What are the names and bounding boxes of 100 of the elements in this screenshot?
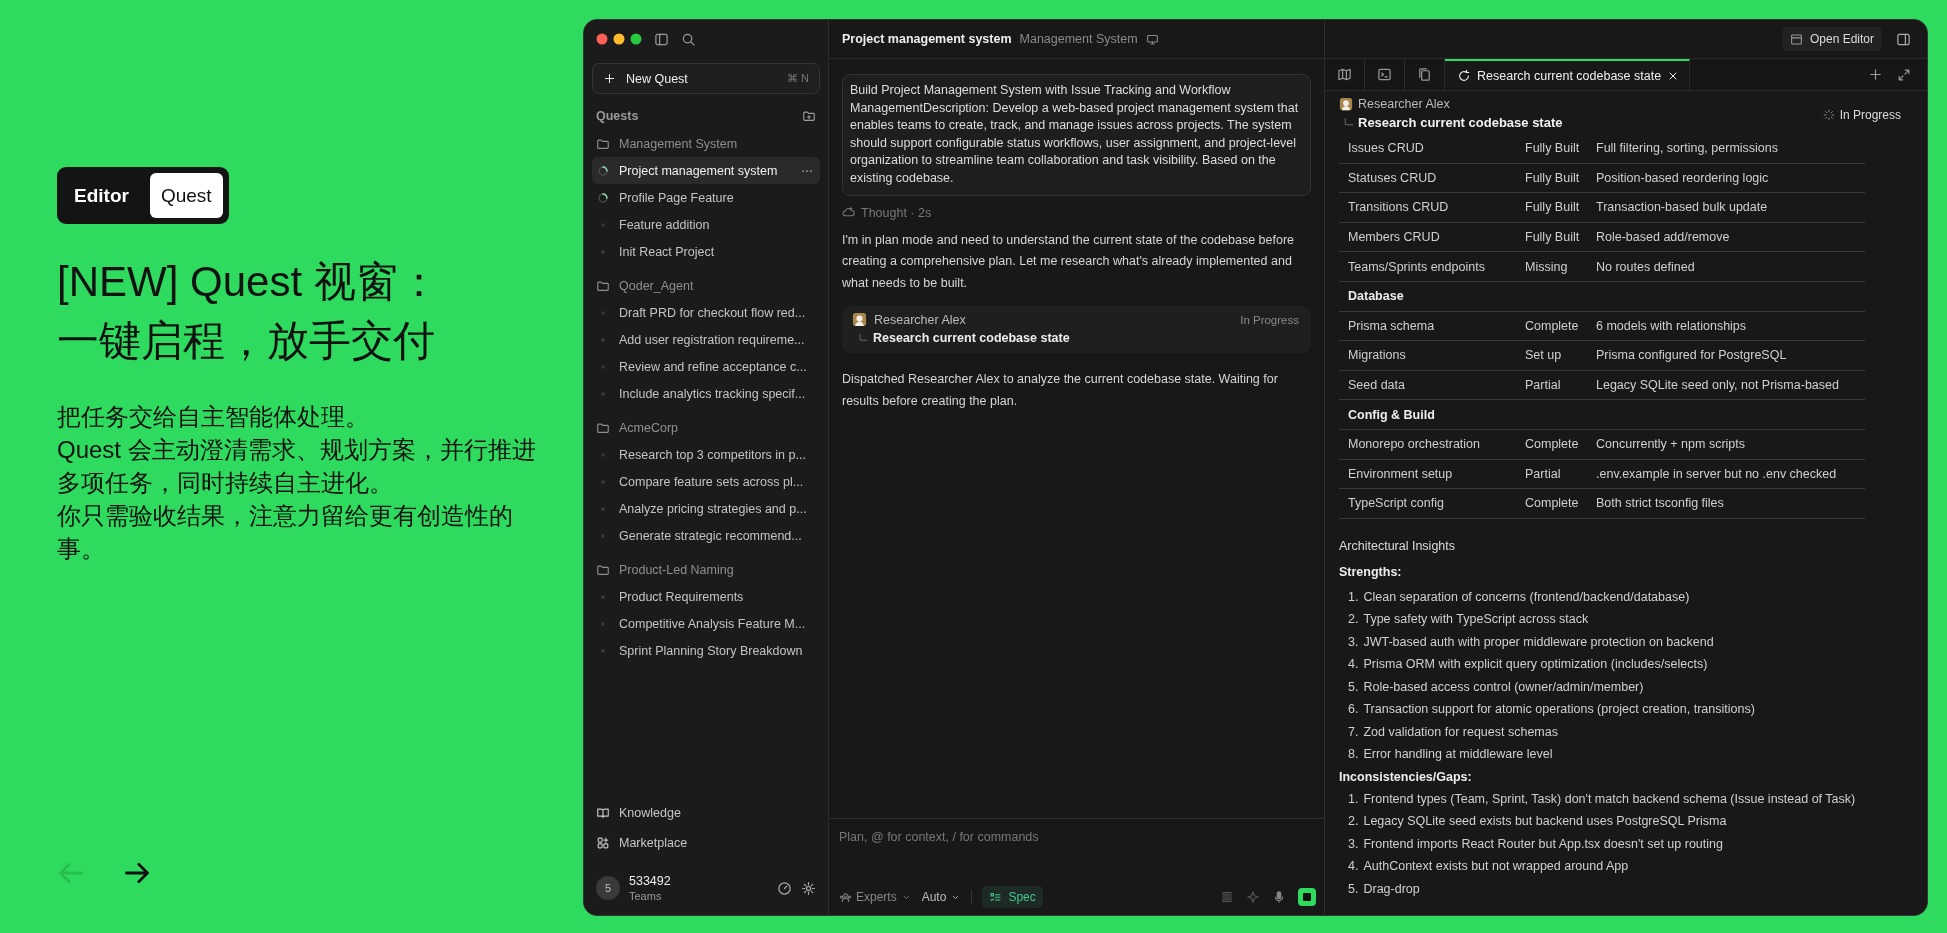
search-icon[interactable] <box>681 31 696 47</box>
headline: [NEW] Quest 视窗： 一键启程，放手交付 <box>57 257 441 366</box>
spinner-icon <box>596 190 610 205</box>
thought-label[interactable]: Thought · 2s <box>861 205 932 220</box>
table-cell-text: Set up <box>1525 348 1563 363</box>
microphone-icon[interactable] <box>1272 890 1286 904</box>
list-heading: Inconsistencies/Gaps: <box>1339 768 1473 786</box>
group-header[interactable]: Qoder_Agent <box>592 272 820 299</box>
stop-button[interactable] <box>1298 888 1316 906</box>
settings-button[interactable] <box>801 880 816 896</box>
list-number: 3. <box>1348 634 1359 649</box>
mode-dropdown[interactable]: Auto <box>921 890 962 904</box>
terminal-icon <box>1377 67 1392 82</box>
table-cell-text: Legacy SQLite seed only, not Prisma-based <box>1596 378 1840 393</box>
table-cell-text: TypeScript config <box>1348 496 1445 511</box>
table-cell-text: Position-based reordering logic <box>1596 170 1770 185</box>
quest-item[interactable]: Review and refine acceptance c... <box>592 353 820 380</box>
open-editor-button[interactable]: Open Editor <box>1781 27 1882 51</box>
table-cell-text: No routes defined <box>1596 259 1696 274</box>
quest-item[interactable]: Profile Page Feature <box>592 184 820 211</box>
quest-item[interactable]: Add user registration requireme... <box>592 326 820 353</box>
usage-button[interactable] <box>777 880 792 896</box>
message-input[interactable]: Plan, @ for context, / for commands <box>839 819 1316 847</box>
quest-item[interactable]: Draft PRD for checkout flow red... <box>592 299 820 326</box>
settings-icon <box>801 880 816 896</box>
user-team: Teams <box>629 890 663 902</box>
list-number: 5. <box>1348 881 1359 896</box>
quest-item[interactable]: Analyze pricing strategies and p... <box>592 495 820 522</box>
quest-item[interactable]: Sprint Planning Story Breakdown <box>592 637 820 664</box>
group-header[interactable]: Management System <box>592 130 820 157</box>
agent-card[interactable]: Researcher Alex In Progress Research current codebase state <box>842 306 1311 354</box>
body-text: 你只需验收结果，注意力留给更有创造性的事。 <box>57 501 514 564</box>
folder-icon <box>596 278 610 293</box>
plus-icon <box>603 72 616 85</box>
new-folder-icon[interactable] <box>802 109 816 123</box>
group-header[interactable]: AcmeCorp <box>592 414 820 441</box>
quest-item[interactable]: Product Requirements <box>592 583 820 610</box>
table-cell-text: Teams/Sprints endpoints <box>1348 259 1486 274</box>
table-cell-text: Complete <box>1525 437 1580 452</box>
plus-icon[interactable] <box>1868 67 1883 82</box>
shortcut-hint: ⌘ N <box>787 72 809 85</box>
section-title: Quests <box>596 109 639 123</box>
list-item: Frontend types (Team, Sprint, Task) don't match backend schema (Issue instead of Task) <box>1363 791 1856 806</box>
monitor-icon <box>1145 32 1159 46</box>
list-item: AuthContext exists but not wrapped around App <box>1363 859 1629 874</box>
sidebar-toggle-icon[interactable] <box>654 31 669 47</box>
table-cell-text: Missing <box>1525 259 1569 274</box>
quest-item[interactable]: Research top 3 competitors in p... <box>592 441 820 468</box>
list-item: Role-based access control (owner/admin/member) <box>1363 679 1644 694</box>
mode-tab[interactable]: Editor <box>63 173 140 218</box>
list-item: Drag-drop <box>1363 881 1420 896</box>
table-cell-text: Both strict tsconfig files <box>1596 496 1725 511</box>
user-avatar[interactable]: 5 <box>596 876 620 900</box>
table-cell-text: Fully Built <box>1525 170 1581 185</box>
table-cell-text: Complete <box>1525 318 1580 333</box>
list-item: Type safety with TypeScript across stack <box>1363 612 1589 627</box>
new-quest-button[interactable]: New Quest ⌘ N <box>592 63 820 94</box>
agent-task: Research current codebase state <box>873 331 1070 346</box>
table-cell-text: Partial <box>1525 378 1562 393</box>
list-item: Zod validation for request schemas <box>1363 724 1558 739</box>
list-number: 1. <box>1348 791 1359 806</box>
mode-tab[interactable]: Quest <box>149 173 223 218</box>
table-cell-text: Environment setup <box>1348 466 1454 481</box>
tab[interactable]: Research current codebase state <box>1445 59 1691 90</box>
expand-icon[interactable] <box>1897 67 1911 82</box>
table-section-label: Config & Build <box>1348 407 1436 422</box>
quest-item[interactable]: Compare feature sets across pl... <box>592 468 820 495</box>
quest-item[interactable]: Init React Project <box>592 238 820 265</box>
panel-toggle-icon[interactable] <box>1896 31 1911 47</box>
quest-item[interactable]: Include analytics tracking specif... <box>592 380 820 407</box>
list-item: Frontend imports React Router but App.tsx doesn't set up routing <box>1363 836 1723 851</box>
quest-item[interactable]: Generate strategic recommend... <box>592 522 820 549</box>
agent-task: Research current codebase state <box>1358 115 1563 130</box>
list-number: 4. <box>1348 859 1359 874</box>
agent-avatar-icon <box>1339 97 1353 111</box>
table-cell-text: Prisma schema <box>1348 318 1436 333</box>
spec-toggle[interactable]: Spec <box>982 886 1043 908</box>
quest-item[interactable]: Feature addition <box>592 211 820 238</box>
experts-dropdown[interactable]: Experts <box>839 890 912 904</box>
knowledge-link[interactable]: Knowledge <box>592 799 820 826</box>
refresh-icon <box>1457 68 1471 83</box>
table-cell-text: Partial <box>1525 466 1562 481</box>
list-number: 4. <box>1348 657 1359 672</box>
agent-name: Researcher Alex <box>1358 97 1450 111</box>
window-buttons-icon[interactable] <box>596 33 642 45</box>
list-heading: Strengths: <box>1339 564 1403 582</box>
text-lines-icon[interactable] <box>1220 890 1234 904</box>
table-cell-text: Fully Built <box>1525 230 1581 245</box>
quest-item[interactable]: Project management system <box>592 157 820 184</box>
quest-item[interactable]: Competitive Analysis Feature M... <box>592 610 820 637</box>
marketplace-link[interactable]: Marketplace <box>592 829 820 856</box>
list-item: Transaction support for atomic operations (project creation, transitions) <box>1363 702 1755 717</box>
group-header[interactable]: Product-Led Naming <box>592 556 820 583</box>
folder-icon <box>596 420 610 435</box>
list-number: 5. <box>1348 679 1359 694</box>
table-cell-text: .env.example in server but no .env checked <box>1596 466 1838 481</box>
list-item: Clean separation of concerns (frontend/backend/database) <box>1363 589 1690 604</box>
checklist-icon <box>989 890 1003 904</box>
list-number: 6. <box>1348 702 1359 717</box>
list-number: 2. <box>1348 612 1359 627</box>
